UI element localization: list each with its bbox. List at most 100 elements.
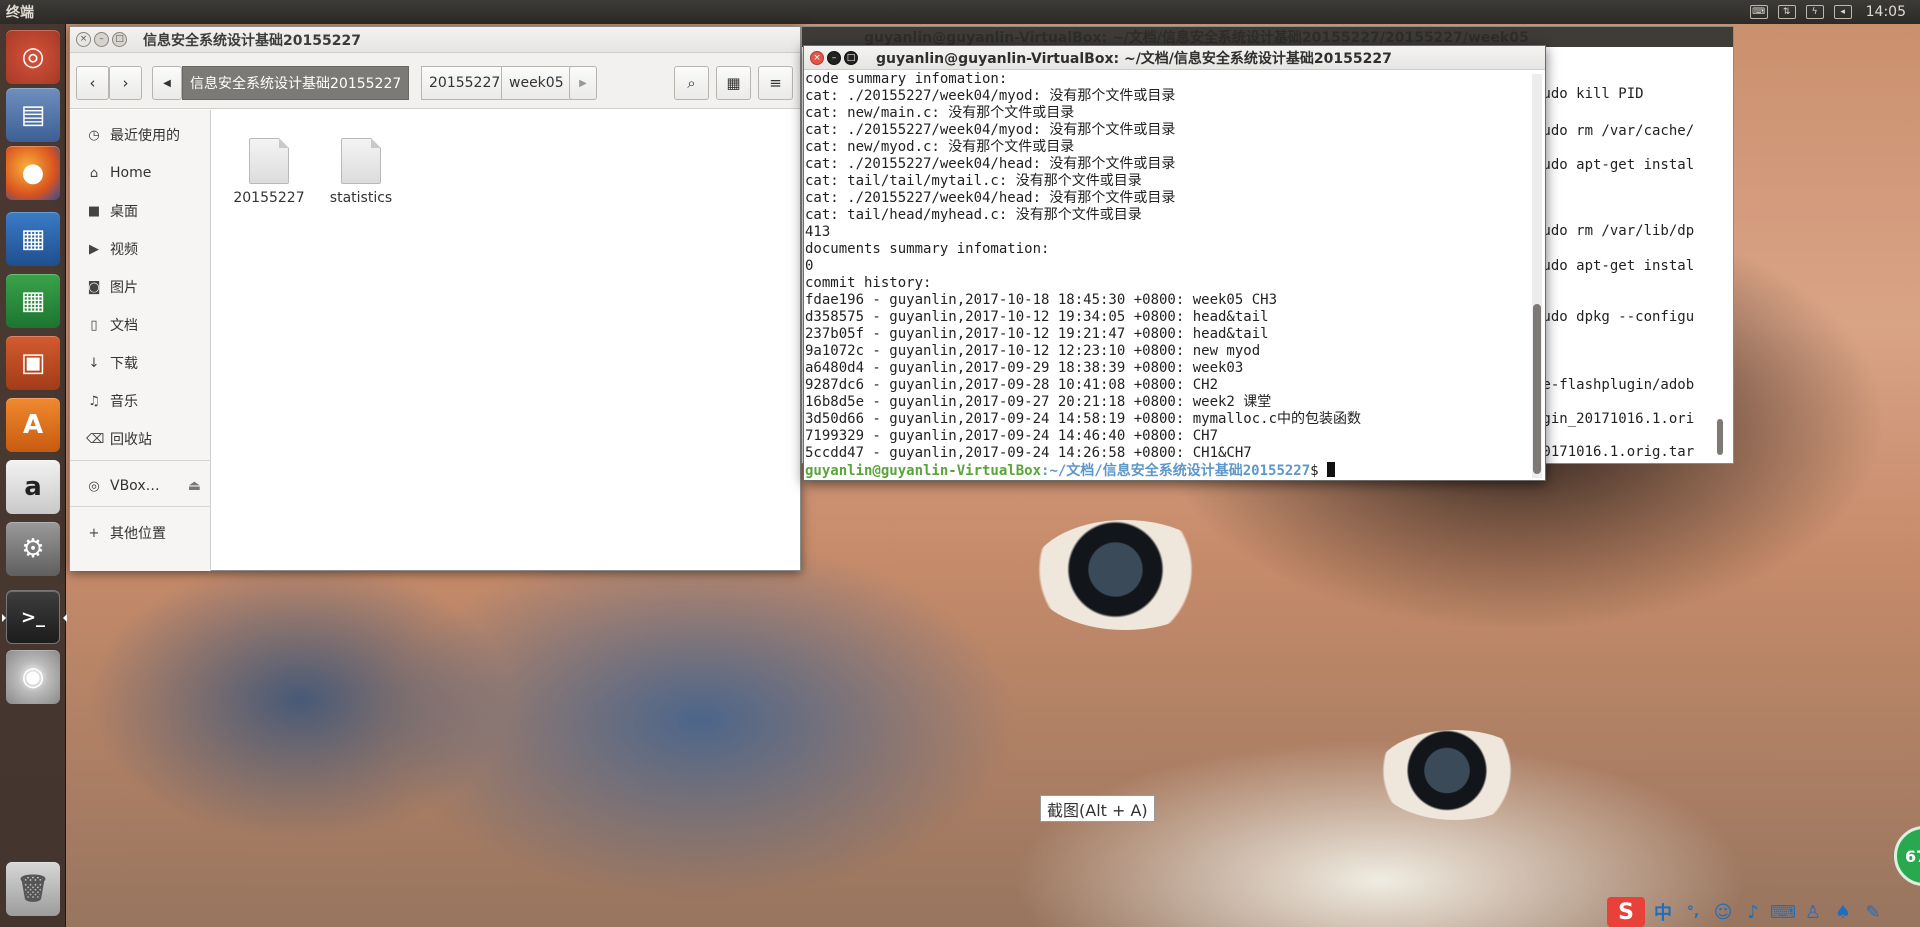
software-center-icon[interactable]: A [6,398,60,452]
sidebar-item-label: 桌面 [110,204,138,220]
file-name: statistics [329,190,393,206]
trash-icon[interactable]: 🗑 [6,862,60,916]
files-icon[interactable]: ▤ [6,88,60,142]
sidebar-item-desktop[interactable]: ■ 桌面 [86,200,138,222]
breadcrumb-left-button[interactable]: ◀ [152,66,182,100]
maximize-icon[interactable]: □ [844,50,858,65]
prompt-path: :~/文档/信息安全系统设计基础20155227 [1041,463,1311,479]
sidebar-item-trash[interactable]: ⌫ 回收站 [86,428,152,450]
libreoffice-impress-icon[interactable]: ▦ [6,212,60,266]
terminal-line: sudo apt-get instal [1534,258,1695,274]
file-manager-toolbar: ‹ › ◀ 信息安全系统设计基础20155227 20155227 week05… [70,53,800,109]
terminal-line: sudo rm /var/lib/dp [1534,223,1695,239]
terminal-line: cat: ./20155227/week04/myod: 没有那个文件或目录 [805,122,1176,138]
ime-lang-toggle[interactable]: 中 [1651,900,1675,924]
breadcrumb-right-button[interactable]: ▶ [569,66,597,100]
close-icon[interactable]: × [810,50,824,65]
sidebar-item-videos[interactable]: ▶ 视频 [86,238,138,260]
scrollbar-thumb[interactable] [1533,304,1541,474]
breadcrumb-item[interactable]: 信息安全系统设计基础20155227 [182,66,410,100]
terminal-line: ugin_20171016.1.ori [1534,411,1695,427]
sidebar-item-label: 回收站 [110,432,152,448]
terminal-line: cat: ./20155227/week04/head: 没有那个文件或目录 [805,156,1176,172]
sidebar-item-music[interactable]: ♫ 音乐 [86,390,138,412]
terminal-line: a6480d4 - guyanlin,2017-09-29 18:38:39 +… [805,360,1244,376]
volume-icon[interactable]: ◂ [1833,5,1852,19]
terminal-output[interactable]: code summary infomation: cat: ./20155227/… [805,71,1530,481]
breadcrumb-item[interactable]: week05 [501,66,572,100]
file-view: 20155227 statistics [212,110,800,570]
terminal-line: code summary infomation: [805,71,1008,87]
terminal-line: pe-flashplugin/adob [1534,377,1695,393]
libreoffice-calc-icon[interactable]: ▦ [6,274,60,328]
terminal-line: d358575 - guyanlin,2017-10-12 19:34:05 +… [805,309,1269,325]
sogou-logo-icon[interactable]: S [1607,897,1645,927]
terminal-icon[interactable]: >_ [2,590,67,644]
ime-punct-toggle[interactable]: °, [1681,900,1705,924]
terminal-line: 237b05f - guyanlin,2017-10-12 19:21:47 +… [805,326,1269,342]
file-item[interactable]: statistics [316,138,406,206]
ubuntu-dash-icon[interactable]: ◎ [6,30,60,84]
firefox-icon[interactable]: ● [6,146,60,200]
floating-ball-value: 67 [1905,846,1920,866]
terminal-titlebar[interactable]: × – □ guyanlin@guyanlin-VirtualBox: ~/文档… [804,46,1545,70]
wrench-icon[interactable]: ✎ [1861,900,1885,924]
terminal-back-titlebar[interactable]: guyanlin@guyanlin-VirtualBox: ~/文档/信息安全系… [802,27,1733,47]
minimize-icon[interactable]: – [94,32,109,47]
sidebar-item-label: VBox… [110,478,160,494]
terminal-line: 20171016.1.orig.tar [1534,444,1695,460]
skin-icon[interactable]: ♠ [1831,900,1855,924]
sidebar-item-home[interactable]: ⌂ Home [86,162,151,184]
sidebar-item-downloads[interactable]: ↓ 下载 [86,352,138,374]
terminal-line: 413 [805,224,831,240]
battery-icon[interactable]: ϟ [1805,5,1824,19]
file-manager-titlebar[interactable]: × – □ 信息安全系统设计基础20155227 [70,27,800,53]
active-app-title: 终端 [6,5,34,21]
sidebar-item-label: 视频 [110,242,138,258]
back-button[interactable]: ‹ [76,66,109,100]
view-toggle-button[interactable]: ▦ [716,66,751,100]
user-icon[interactable]: ♙ [1801,900,1825,924]
keyboard-icon[interactable]: ⌨ [1749,5,1768,19]
terminal-prompt[interactable]: guyanlin@guyanlin-VirtualBox:~/文档/信息安全系统… [805,462,1530,480]
sidebar-item-label: Home [110,165,152,181]
sidebar-item-label: 文档 [110,318,138,334]
terminal-lines: code summary infomation: cat: ./20155227/… [805,71,1530,462]
terminal-line: sudo dpkg --configu [1534,309,1695,325]
clock[interactable]: 14:05 [1866,4,1906,20]
eject-icon[interactable]: ⏏ [188,478,201,494]
sidebar-item-label: 最近使用的 [110,128,180,144]
menu-button[interactable]: ≡ [758,66,793,100]
sidebar-item-pictures[interactable]: ◙ 图片 [86,276,138,298]
disc-icon: ◎ [88,478,100,494]
forward-button[interactable]: › [109,66,142,100]
file-icon [249,138,289,184]
home-icon: ⌂ [89,165,99,181]
sidebar-item-other-locations[interactable]: + 其他位置 [86,522,166,544]
breadcrumb-item[interactable]: 20155227 [421,66,509,100]
file-item[interactable]: 20155227 [224,138,314,206]
maximize-icon[interactable]: □ [112,32,127,47]
close-icon[interactable]: × [76,32,91,47]
network-icon[interactable]: ⇅ [1777,5,1796,19]
emoji-icon[interactable]: ☺ [1711,900,1735,924]
trash-icon: ⌫ [86,431,105,447]
system-settings-icon[interactable]: ⚙ [6,522,60,576]
search-button[interactable]: ⌕ [674,66,709,100]
dvd-icon[interactable]: ◉ [6,650,60,704]
sidebar-item-label: 音乐 [110,394,138,410]
file-manager-window: × – □ 信息安全系统设计基础20155227 ‹ › ◀ 信息安全系统设计基… [69,26,801,571]
sidebar-item-device[interactable]: ◎ VBox… ⏏ [86,475,201,497]
sidebar-item-recent[interactable]: ◷ 最近使用的 [86,124,180,146]
libreoffice-impress-2-icon[interactable]: ▣ [6,336,60,390]
sidebar-divider [70,460,211,461]
keyboard-icon[interactable]: ⌨ [1770,900,1796,924]
sidebar-item-documents[interactable]: ▯ 文档 [86,314,138,336]
amazon-icon[interactable]: a [6,460,60,514]
terminal-window[interactable]: × – □ guyanlin@guyanlin-VirtualBox: ~/文档… [803,45,1546,481]
microphone-icon[interactable]: ♪ [1741,900,1765,924]
scrollbar-thumb[interactable] [1717,419,1723,455]
system-tray: ⌨ ⇅ ϟ ◂ 14:05 [1749,4,1920,20]
ime-toolbar: S 中 °, ☺ ♪ ⌨ ♙ ♠ ✎ [1607,897,1920,927]
minimize-icon[interactable]: – [827,50,841,65]
